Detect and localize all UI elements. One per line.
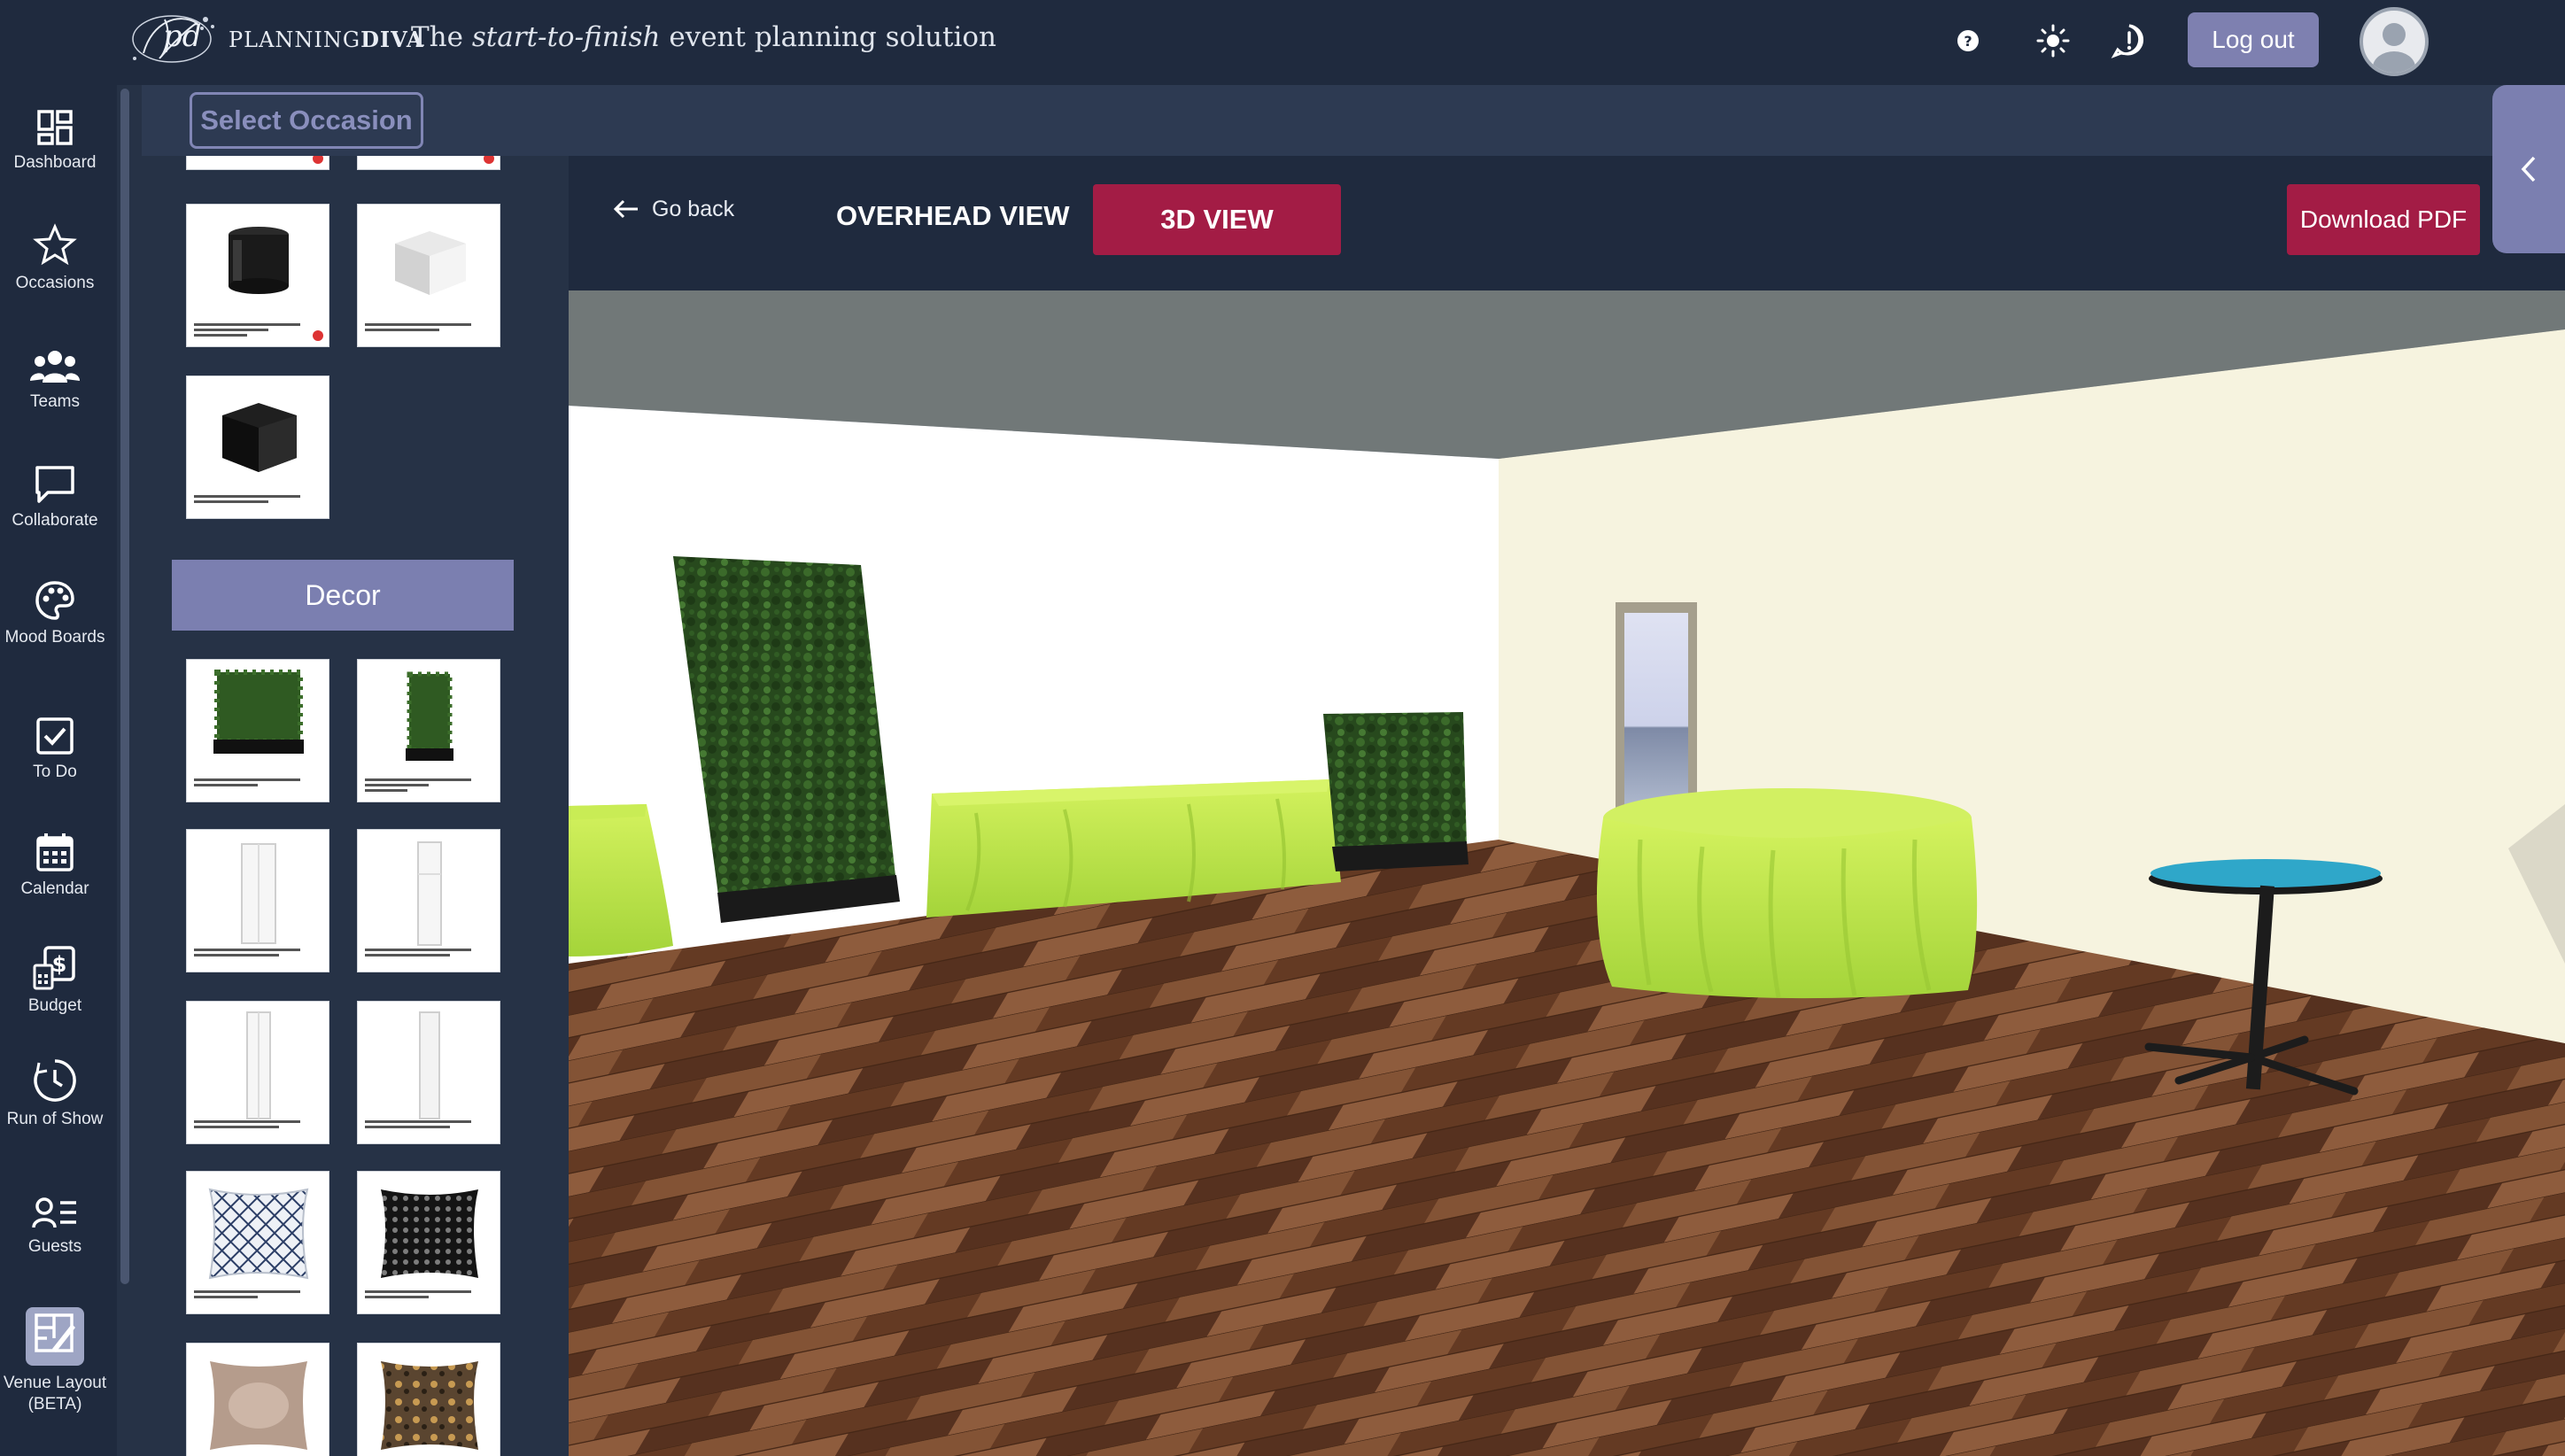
catalog-item[interactable] [357,1001,500,1144]
brand-logo[interactable]: pd PLANNINGDIVA [117,0,422,76]
tagline: The start-to-finish event planning solut… [411,21,997,53]
nav-guests[interactable]: Guests [0,1196,110,1258]
nav-label: Calendar [20,879,89,898]
catalog-item[interactable] [357,829,500,972]
sidebar-scrollbar[interactable] [120,89,129,1284]
nav-budget[interactable]: $ Budget [0,944,110,1017]
item-catalog-panel: Decor [142,156,569,1456]
go-back-link[interactable]: Go back [613,193,734,225]
svg-text:?: ? [1964,33,1972,50]
app-root: pd PLANNINGDIVA The start-to-finish even… [0,0,2565,1456]
venue-3d-viewport[interactable] [569,290,2565,1456]
nav-teams[interactable]: Teams [0,347,110,413]
chevron-left-icon [2521,156,2536,182]
remove-badge-icon[interactable] [484,156,494,164]
catalog-item[interactable] [186,156,329,170]
clock-icon [34,1059,76,1102]
3d-view-tab[interactable]: 3D VIEW [1093,184,1341,255]
nav-label: Budget [27,996,82,1015]
palette-icon [35,581,74,620]
remove-badge-icon[interactable] [313,156,323,164]
go-back-label: Go back [652,196,735,221]
remove-badge-icon[interactable] [313,330,323,341]
guests-icon [32,1197,76,1228]
overhead-view-tab[interactable]: OVERHEAD VIEW [836,200,1070,232]
side-navigation: Dashboard Occasions Teams Collaborate Mo… [0,85,117,1456]
catalog-item[interactable] [186,659,329,802]
catalog-item[interactable] [186,1171,329,1314]
nav-label: Teams [30,392,80,411]
occasion-bar [142,85,2565,156]
nav-label: Dashboard [13,153,97,172]
nav-dashboard[interactable]: Dashboard [0,108,110,174]
nav-venue-layout[interactable]: Venue Layout (BETA) [0,1307,110,1415]
help-circle-icon[interactable]: ? [1947,19,1989,62]
nav-to-do[interactable]: To Do [0,716,110,783]
checkbox-icon [36,717,74,755]
catalog-item[interactable] [357,204,500,347]
brand-wordmark: PLANNINGDIVA [229,27,424,52]
user-avatar[interactable] [2360,7,2429,76]
sun-icon[interactable] [2032,19,2074,62]
nav-label: Run of Show [6,1110,104,1128]
logout-button[interactable]: Log out [2188,12,2319,67]
catalog-item[interactable] [186,1343,329,1456]
catalog-item[interactable] [186,204,329,347]
floral-pillow-image [381,1361,478,1450]
nav-label: Collaborate [12,511,98,530]
nav-run-of-show[interactable]: Run of Show [0,1057,110,1130]
catalog-item[interactable] [357,156,500,170]
svg-text:pd: pd [163,19,202,54]
venue-layout-active-indicator [26,1307,84,1366]
collapse-panel-button[interactable] [2492,85,2565,253]
select-occasion-button[interactable]: Select Occasion [190,92,423,149]
top-bar: pd PLANNINGDIVA The start-to-finish even… [0,0,2565,85]
catalog-item[interactable] [186,376,329,519]
velvet-pillow-image [210,1361,307,1450]
nav-collaborate[interactable]: Collaborate [0,464,110,531]
logo-monogram-icon: pd [132,15,214,63]
star-icon [33,223,77,266]
catalog-item[interactable] [357,1343,500,1456]
section-header-decor[interactable]: Decor [172,560,514,631]
alert-bubble-icon[interactable] [2108,19,2150,62]
nav-mood-boards[interactable]: Mood Boards [0,579,110,648]
catalog-item[interactable] [357,1171,500,1314]
catalog-item[interactable] [186,829,329,972]
nav-label: Occasions [15,274,95,292]
calendar-icon [36,833,74,871]
catalog-item[interactable] [357,659,500,802]
layout-icon [35,1313,75,1352]
nav-label: Mood Boards [4,628,105,647]
budget-icon: $ [33,946,75,990]
catalog-item[interactable] [186,1001,329,1144]
download-pdf-button[interactable]: Download PDF [2287,184,2480,255]
nav-label: Venue Layout (BETA) [3,1374,107,1413]
dashboard-icon [37,110,73,145]
chat-icon [35,466,74,503]
nav-label: Guests [27,1237,82,1256]
arrow-left-icon [613,199,638,219]
svg-text:$: $ [52,952,67,977]
people-icon [30,351,80,383]
nav-occasions[interactable]: Occasions [0,223,110,294]
nav-label: To Do [33,763,77,781]
nav-calendar[interactable]: Calendar [0,831,110,900]
